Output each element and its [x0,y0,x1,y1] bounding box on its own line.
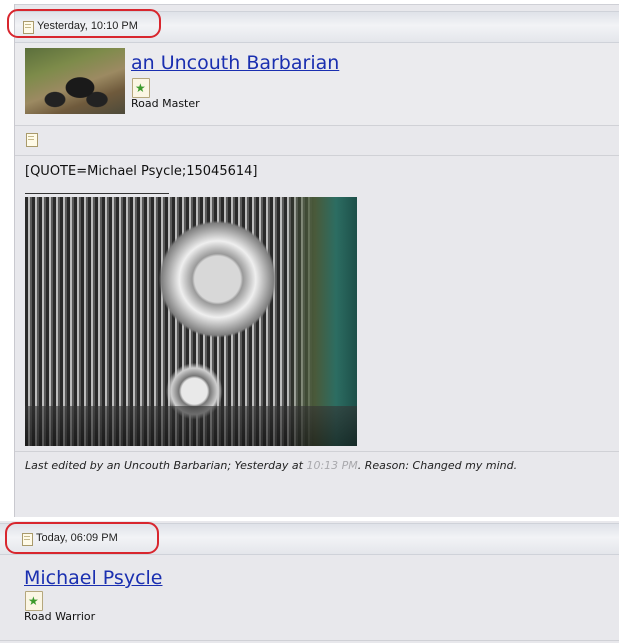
post-document-icon [26,133,38,147]
divider [15,155,619,156]
edit-time: 10:13 PM [306,459,358,472]
divider [0,640,619,641]
highlight-circle [5,522,159,554]
edit-note: Last edited by an Uncouth Barbarian; Yes… [25,459,517,472]
user-title: Road Warrior [24,610,96,623]
divider [15,451,619,452]
username-link[interactable]: an Uncouth Barbarian [131,52,339,74]
post-message-text: [QUOTE=Michael Psycle;15045614] [25,164,258,179]
post-1: Yesterday, 10:10 PM an Uncouth Barbarian… [14,4,619,517]
user-title: Road Master [131,97,200,110]
edit-note-suffix: . Reason: Changed my mind. [357,459,518,472]
divider [15,125,619,126]
rank-badge-icon [132,78,150,98]
edit-note-prefix: Last edited by an Uncouth Barbarian; Yes… [25,459,307,472]
highlight-circle [7,9,161,38]
username-link[interactable]: Michael Psycle [24,567,163,589]
avatar[interactable] [25,48,125,114]
divider [15,4,619,5]
post-image[interactable] [25,197,357,446]
signature-line [25,193,169,194]
rank-badge-icon [25,591,43,611]
